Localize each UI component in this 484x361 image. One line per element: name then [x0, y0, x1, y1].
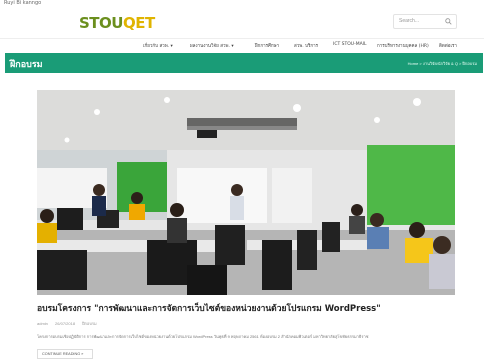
nav-item-services[interactable]: สวพ. บริการ: [294, 42, 318, 49]
page-title: ฝึกอบรม: [10, 60, 43, 70]
breadcrumb[interactable]: Home > งานวิจัย/นักวิจัย & Q > ฝึกอบรม: [408, 60, 477, 67]
post-excerpt: โครงการอบรมเชิงปฏิบัติการ การพัฒนาและการ…: [37, 334, 369, 339]
classroom-photo: [37, 90, 455, 295]
search-icon[interactable]: [445, 18, 452, 25]
search-input[interactable]: Search...: [393, 14, 457, 29]
top-note: Ruyi Bi kanngo: [4, 0, 42, 6]
nav-item-about[interactable]: เกี่ยวกับ สวพ. ▾: [143, 42, 173, 49]
site-header: STOUQET Search...: [0, 8, 484, 38]
page-banner: ฝึกอบรม Home > งานวิจัย/นักวิจัย & Q > ฝ…: [5, 53, 483, 73]
nav-item-study[interactable]: ฝึกการศึกษา: [255, 42, 279, 49]
nav-item-mail[interactable]: ICT STOU-MAIL: [333, 42, 367, 47]
read-more-button[interactable]: CONTINUE READING »: [37, 349, 93, 359]
featured-image[interactable]: [37, 90, 455, 295]
main-nav: เกี่ยวกับ สวพ. ▾ ผลงานงานวิจัย สวพ. ▾ ฝึ…: [0, 38, 484, 52]
search-placeholder: Search...: [399, 18, 420, 24]
post-author[interactable]: admin: [37, 321, 48, 326]
logo-part-1: STOU: [79, 14, 123, 32]
post-meta: admin 26/07/2018 ฝึกอบรม: [37, 320, 103, 327]
nav-item-contact[interactable]: ติดต่อเรา: [439, 42, 457, 49]
nav-item-research[interactable]: ผลงานงานวิจัย สวพ. ▾: [190, 42, 234, 49]
post-title[interactable]: อบรมโครงการ "การพัฒนาและการจัดการเว็บไซต…: [37, 301, 457, 315]
logo-part-2: QET: [122, 14, 155, 32]
site-logo[interactable]: STOUQET: [79, 14, 155, 32]
post-date: 26/07/2018: [55, 321, 76, 326]
post-category[interactable]: ฝึกอบรม: [82, 321, 97, 326]
nav-item-hr[interactable]: การบริหารงานบุคคล (HR): [377, 42, 429, 49]
